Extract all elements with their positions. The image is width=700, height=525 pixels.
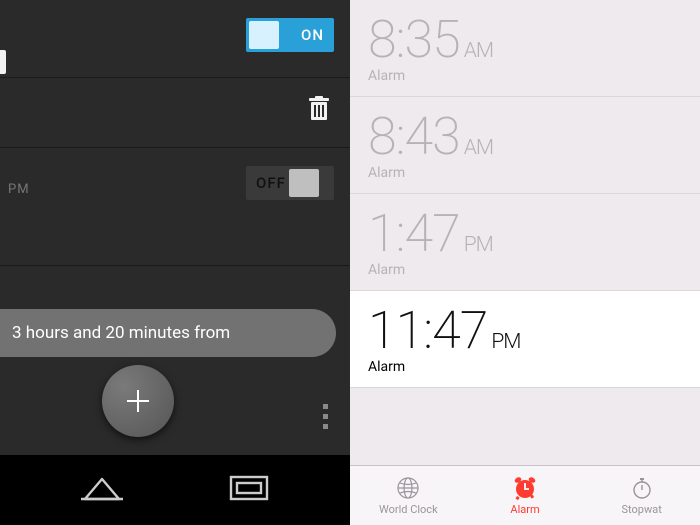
ios-alarm-row[interactable]: 11:47PM Alarm [350, 291, 700, 388]
globe-icon [395, 475, 421, 501]
ios-alarm-row[interactable]: 8:43AM Alarm [350, 97, 700, 194]
ios-alarm-time: 8:35AM [368, 14, 682, 66]
ios-alarm-row[interactable]: 1:47PM Alarm [350, 194, 700, 291]
tab-label: Stopwat [622, 503, 662, 516]
ios-alarm-list[interactable]: 8:35AM Alarm 8:43AM Alarm 1:47PM Alarm 1… [350, 0, 700, 465]
overflow-menu-button[interactable] [323, 404, 328, 429]
alarm-item-on[interactable]: ON [0, 0, 350, 78]
ios-alarm-label: Alarm [368, 359, 682, 375]
add-alarm-button[interactable] [102, 365, 174, 437]
toggle-knob [249, 21, 279, 49]
tab-label: Alarm [510, 503, 539, 516]
toast-notification: 3 hours and 20 minutes from [0, 309, 336, 357]
alarm-clock-icon [512, 475, 538, 501]
ios-clock-app: 8:35AM Alarm 8:43AM Alarm 1:47PM Alarm 1… [350, 0, 700, 525]
plus-icon [123, 386, 153, 416]
nav-home-icon[interactable] [79, 471, 125, 509]
toggle-knob [289, 169, 319, 197]
alarm-toggle-on[interactable]: ON [246, 18, 334, 52]
android-nav-bar [0, 455, 350, 525]
alarm-label-sliver [0, 50, 6, 74]
toggle-off-label: OFF [246, 174, 286, 192]
tab-alarm[interactable]: Alarm [467, 466, 584, 525]
nav-recent-icon[interactable] [227, 473, 271, 507]
ios-alarm-row[interactable]: 8:35AM Alarm [350, 0, 700, 97]
ios-alarm-label: Alarm [368, 262, 682, 278]
alarm-time-pm: PM [8, 182, 30, 197]
ios-alarm-time: 1:47PM [368, 208, 682, 260]
alarm-item-off[interactable]: PM OFF [0, 148, 350, 266]
tab-label: World Clock [379, 503, 438, 516]
tab-stopwatch[interactable]: Stopwat [583, 466, 700, 525]
ios-alarm-time: 11:47PM [368, 305, 682, 357]
alarm-expanded-actions [0, 78, 350, 148]
alarm-toggle-off[interactable]: OFF [246, 166, 334, 200]
stopwatch-icon [629, 475, 655, 501]
android-clock-app: ON PM OFF 3 hours and 20 minutes from [0, 0, 350, 525]
ios-alarm-label: Alarm [368, 165, 682, 181]
trash-icon[interactable] [308, 96, 330, 126]
toggle-on-label: ON [301, 26, 334, 44]
ios-tab-bar: World Clock Alarm [350, 465, 700, 525]
tab-world-clock[interactable]: World Clock [350, 466, 467, 525]
toast-text: 3 hours and 20 minutes from [12, 323, 230, 343]
ios-alarm-time: 8:43AM [368, 111, 682, 163]
ios-alarm-label: Alarm [368, 68, 682, 84]
